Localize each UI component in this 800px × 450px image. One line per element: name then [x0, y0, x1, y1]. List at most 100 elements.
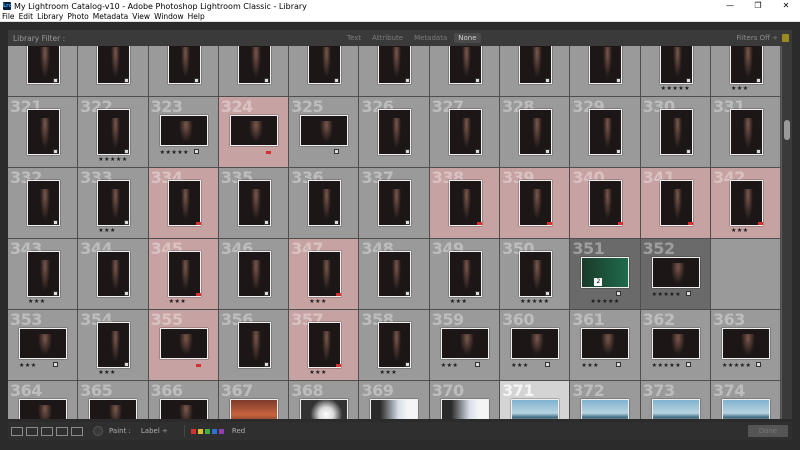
photo-thumbnail[interactable] — [308, 251, 342, 297]
grid-scrollbar[interactable] — [782, 46, 792, 419]
thumbnail-cell[interactable] — [429, 46, 501, 97]
filters-off-dropdown[interactable]: Filters Off ÷ — [736, 34, 778, 42]
photo-thumbnail[interactable] — [167, 180, 201, 226]
thumbnail-cell[interactable]: 361 ★★★ — [570, 310, 641, 381]
thumbnail-cell[interactable]: 353 ★★★ — [8, 310, 79, 381]
filter-tab-none[interactable]: None — [454, 33, 481, 43]
thumbnail-cell[interactable]: 364★★★★★ — [8, 381, 79, 419]
thumbnail-cell[interactable]: 363 ★★★★★ — [710, 310, 782, 381]
star-rating[interactable]: ★★★ — [309, 369, 327, 376]
thumbnail-cell[interactable] — [218, 46, 290, 97]
photo-thumbnail[interactable] — [448, 180, 482, 226]
thumbnail-cell[interactable]: 333 ★★★ — [78, 168, 149, 239]
star-rating[interactable]: ★★★ — [309, 298, 327, 305]
thumbnail-cell[interactable]: 348 — [359, 239, 430, 310]
thumbnail-cell[interactable] — [359, 46, 430, 97]
thumbnail-cell[interactable]: 369★★★★★ — [359, 381, 430, 419]
close-button[interactable]: ✕ — [772, 0, 800, 12]
thumbnail-cell[interactable]: 337 — [359, 168, 430, 239]
star-rating[interactable]: ★★★★★ — [652, 362, 681, 369]
filter-tab-attribute[interactable]: Attribute — [368, 33, 407, 43]
thumbnail-cell[interactable]: 373★★★ — [640, 381, 711, 419]
thumbnail-cell[interactable]: 360 ★★★ — [500, 310, 571, 381]
photo-thumbnail[interactable] — [159, 399, 208, 419]
star-rating[interactable]: ★★★ — [441, 362, 459, 369]
thumbnail-cell[interactable] — [8, 46, 79, 97]
thumbnail-cell[interactable]: 323 ★★★★★ — [148, 97, 219, 168]
thumbnail-cell[interactable]: ★★★ — [710, 46, 782, 97]
photo-thumbnail[interactable] — [581, 399, 630, 419]
thumbnail-cell[interactable]: 326 — [359, 97, 430, 168]
thumbnail-cell[interactable]: 334 — [148, 168, 219, 239]
thumbnail-cell[interactable]: 365 — [78, 381, 149, 419]
minimize-button[interactable]: — — [716, 0, 744, 12]
painter-icon[interactable] — [93, 426, 103, 436]
photo-thumbnail[interactable] — [308, 322, 342, 368]
star-rating[interactable]: ★★★ — [731, 227, 749, 234]
star-rating[interactable]: ★★★ — [450, 298, 468, 305]
photo-thumbnail[interactable]: 2 — [581, 257, 630, 288]
photo-thumbnail[interactable] — [159, 328, 208, 359]
survey-view-icon[interactable] — [56, 426, 68, 436]
star-rating[interactable]: ★★★ — [511, 362, 529, 369]
thumbnail-cell[interactable]: 367 — [218, 381, 290, 419]
menu-help[interactable]: Help — [188, 12, 205, 21]
thumbnail-cell[interactable]: 332 — [8, 168, 79, 239]
thumbnail-cell[interactable]: 374★★★ — [710, 381, 782, 419]
thumbnail-cell[interactable]: 330 — [640, 97, 711, 168]
menu-library[interactable]: Library — [37, 12, 63, 21]
photo-thumbnail[interactable] — [589, 180, 623, 226]
star-rating[interactable]: ★★★★★ — [160, 149, 189, 156]
photo-thumbnail[interactable] — [19, 328, 67, 359]
thumbnail-cell[interactable]: 321 — [8, 97, 79, 168]
star-rating[interactable]: ★★★ — [169, 298, 187, 305]
thumbnail-cell[interactable]: 366★★★ — [148, 381, 219, 419]
star-rating[interactable]: ★★★★★ — [661, 85, 690, 92]
star-rating[interactable]: ★★★★★ — [520, 298, 549, 305]
photo-thumbnail[interactable] — [370, 399, 419, 419]
star-rating[interactable]: ★★★★★ — [98, 156, 127, 163]
color-swatch-green[interactable] — [204, 428, 210, 434]
photo-thumbnail[interactable] — [511, 399, 560, 419]
thumbnail-cell[interactable]: 358 ★★★ — [359, 310, 430, 381]
thumbnail-cell[interactable]: 370★★★★★ — [429, 381, 501, 419]
compare-view-icon[interactable] — [41, 426, 53, 436]
menu-window[interactable]: Window — [154, 12, 184, 21]
color-swatch-purple[interactable] — [218, 428, 224, 434]
menu-edit[interactable]: Edit — [19, 12, 34, 21]
thumbnail-cell[interactable]: 335 — [218, 168, 290, 239]
color-swatch-yellow[interactable] — [197, 428, 203, 434]
thumbnail-cell[interactable]: 346 — [218, 239, 290, 310]
photo-thumbnail[interactable] — [89, 399, 138, 419]
people-view-icon[interactable] — [71, 426, 83, 436]
thumbnail-cell[interactable]: 349 ★★★ — [429, 239, 501, 310]
thumbnail-cell[interactable]: 359 ★★★ — [429, 310, 501, 381]
menu-metadata[interactable]: Metadata — [93, 12, 129, 21]
photo-thumbnail[interactable] — [229, 115, 278, 146]
thumbnail-cell[interactable]: 372 — [570, 381, 641, 419]
photo-thumbnail[interactable] — [440, 399, 489, 419]
photo-thumbnail[interactable] — [19, 399, 67, 419]
thumbnail-cell[interactable]: ★★★★★ — [640, 46, 711, 97]
photo-thumbnail[interactable] — [300, 115, 349, 146]
grid-view-icon[interactable] — [11, 426, 23, 436]
thumbnail-cell[interactable]: 327 — [429, 97, 501, 168]
star-rating[interactable]: ★★★★★ — [590, 298, 619, 305]
thumbnail-cell[interactable]: 338 — [429, 168, 501, 239]
photo-thumbnail[interactable] — [229, 399, 278, 419]
thumbnail-cell[interactable]: 354 ★★★ — [78, 310, 149, 381]
photo-thumbnail[interactable] — [300, 399, 349, 419]
thumbnail-cell[interactable] — [710, 239, 782, 310]
thumbnail-cell[interactable]: 347 ★★★ — [289, 239, 360, 310]
photo-thumbnail[interactable] — [511, 328, 560, 359]
thumbnail-cell[interactable]: 341 — [640, 168, 711, 239]
star-rating[interactable]: ★★★ — [731, 85, 749, 92]
photo-thumbnail[interactable] — [519, 180, 553, 226]
photo-thumbnail[interactable] — [721, 328, 770, 359]
photo-thumbnail[interactable] — [651, 328, 700, 359]
menu-file[interactable]: File — [2, 12, 15, 21]
thumbnail-cell[interactable]: 331 — [710, 97, 782, 168]
thumbnail-cell[interactable]: 344 — [78, 239, 149, 310]
thumbnail-cell[interactable]: 357 ★★★ — [289, 310, 360, 381]
thumbnail-cell[interactable]: 329 — [570, 97, 641, 168]
